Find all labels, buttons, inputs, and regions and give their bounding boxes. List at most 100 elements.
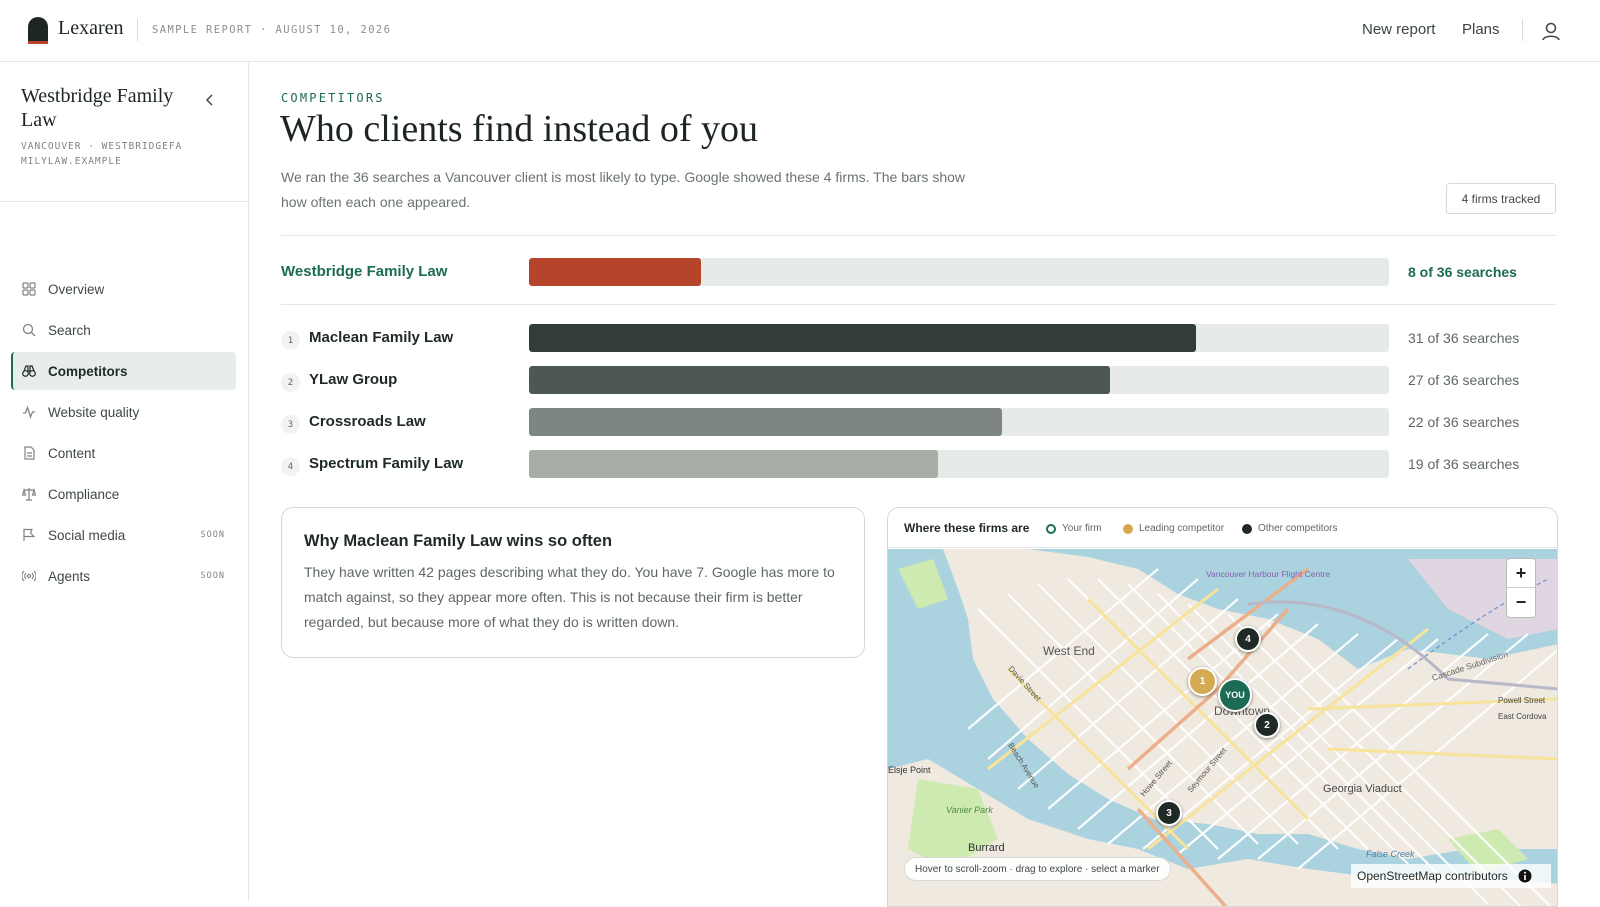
soon-badge: SOON [200, 571, 225, 581]
map-header: Where these firms are Your firm Leading … [888, 508, 1557, 548]
sidebar-item-website-quality[interactable]: Website quality [11, 393, 236, 431]
map-marker-competitor-2[interactable]: 2 [1254, 712, 1280, 738]
rank-badge: 3 [281, 415, 300, 434]
sidebar-item-compliance[interactable]: Compliance [11, 475, 236, 513]
competitor-name: Crossroads Law [309, 413, 426, 430]
sidebar-item-agents[interactable]: Agents SOON [11, 557, 236, 595]
sidebar-divider [0, 201, 248, 202]
rank-badge: 1 [281, 331, 300, 350]
legend-dot [1046, 523, 1056, 534]
bar-track [529, 258, 1389, 286]
header-divider [137, 19, 138, 41]
bar-track [529, 366, 1389, 394]
soon-badge: SOON [200, 530, 225, 540]
map-marker-competitor-3[interactable]: 3 [1156, 800, 1182, 826]
grid-icon [22, 282, 36, 296]
competitor-bar-row[interactable]: 3 Crossroads Law 22 of 36 searches [281, 408, 1556, 436]
rank-badge: 2 [281, 373, 300, 392]
sidebar-item-overview[interactable]: Overview [11, 270, 236, 308]
competitor-count: 31 of 36 searches [1408, 330, 1520, 346]
competitor-bar-row[interactable]: 2 YLaw Group 27 of 36 searches [281, 366, 1556, 394]
map-marker-competitor-4[interactable]: 4 [1235, 626, 1261, 652]
why-card: Why Maclean Family Law wins so often The… [281, 507, 865, 658]
bar-track [529, 324, 1389, 352]
legend-label: Your firm [1062, 523, 1102, 534]
competitor-count: 22 of 36 searches [1408, 414, 1520, 430]
zoom-in-button[interactable]: + [1507, 559, 1535, 588]
section-eyebrow: COMPETITORS [281, 91, 385, 105]
sidebar-item-label: Website quality [48, 404, 140, 420]
competitor-bar [529, 366, 1110, 394]
sidebar-item-label: Search [48, 322, 91, 338]
plans-link[interactable]: Plans [1462, 21, 1500, 38]
map-hint: Hover to scroll-zoom · drag to explore ·… [904, 857, 1171, 881]
flag-icon [23, 528, 36, 541]
legend-your-firm: Your firm [1046, 523, 1102, 534]
map-label-false-creek: False Creek [1366, 849, 1415, 859]
map-label-west-end: West End [1043, 644, 1095, 658]
header-divider [1522, 19, 1523, 41]
zoom-out-button[interactable]: − [1507, 588, 1535, 617]
map-attribution[interactable]: OpenStreetMap contributors [1351, 864, 1551, 888]
bar-track [529, 408, 1389, 436]
legend-leading-competitor: Leading competitor [1123, 523, 1224, 534]
intro-text: We ran the 36 searches a Vancouver clien… [281, 169, 966, 210]
competitor-bar [529, 408, 1002, 436]
pulse-icon [23, 405, 35, 419]
binoculars-icon [22, 365, 36, 377]
brand-name[interactable]: Lexaren [58, 17, 124, 40]
sidebar-firm-name: Westbridge Family Law [21, 85, 174, 131]
sidebar: Westbridge Family Law VANCOUVER · WESTBR… [0, 62, 249, 900]
map-label-elsje: Elsje Point [888, 765, 931, 775]
sidebar-item-content[interactable]: Content [11, 434, 236, 472]
broadcast-icon [22, 570, 36, 582]
legend-label: Leading competitor [1139, 523, 1225, 534]
sidebar-item-search[interactable]: Search [11, 311, 236, 349]
map-label-georgia: Georgia Viaduct [1323, 783, 1402, 795]
sidebar-item-social-media[interactable]: Social media SOON [11, 516, 236, 554]
map-marker-your-firm[interactable]: YOU [1218, 678, 1252, 712]
your-firm-name: Westbridge Family Law [281, 263, 448, 280]
user-icon[interactable] [1540, 20, 1562, 42]
document-icon [24, 446, 35, 460]
sidebar-item-competitors[interactable]: Competitors [11, 352, 236, 390]
page-title: Who clients find instead of you [280, 108, 759, 150]
firms-tracked-badge[interactable]: 4 firms tracked [1446, 183, 1556, 214]
map-card: Where these firms are Your firm Leading … [887, 507, 1558, 907]
section-divider [281, 304, 1556, 305]
scales-icon [22, 487, 36, 501]
new-report-link[interactable]: New report [1362, 21, 1435, 38]
competitor-bar-row[interactable]: 4 Spectrum Family Law 19 of 36 searches [281, 450, 1556, 478]
your-firm-bar [529, 258, 701, 286]
competitor-count: 27 of 36 searches [1408, 372, 1520, 388]
sidebar-item-label: Content [48, 445, 96, 461]
sidebar-item-label: Overview [48, 281, 105, 297]
why-card-body: They have written 42 pages describing wh… [304, 564, 835, 630]
info-icon[interactable] [1518, 869, 1532, 883]
sidebar-item-label: Competitors [48, 363, 128, 379]
zoom-control: + − [1506, 558, 1536, 618]
your-firm-bar-row: Westbridge Family Law 8 of 36 searches [281, 258, 1556, 286]
legend-dot [1242, 523, 1252, 534]
rank-badge: 4 [281, 457, 300, 476]
search-icon [22, 323, 36, 337]
map-label-airport: Vancouver Harbour Flight Centre [1206, 569, 1330, 579]
legend-dot [1123, 523, 1133, 534]
map-marker-competitor-1[interactable]: 1 [1188, 667, 1217, 696]
map-canvas[interactable]: West End Downtown Vancouver Harbour Flig… [888, 549, 1558, 907]
sidebar-item-label: Compliance [48, 486, 120, 502]
sidebar-item-label: Social media [48, 527, 126, 543]
legend-other-competitors: Other competitors [1242, 523, 1337, 534]
competitor-bar-row[interactable]: 1 Maclean Family Law 31 of 36 searches [281, 324, 1556, 352]
your-firm-count: 8 of 36 searches [1408, 264, 1517, 280]
map-title: Where these firms are [904, 521, 1030, 535]
collapse-sidebar-icon[interactable] [202, 90, 218, 110]
top-bar: Lexaren SAMPLE REPORT · AUGUST 10, 2026 … [0, 0, 1600, 62]
competitor-name: Maclean Family Law [309, 329, 454, 346]
section-divider [281, 235, 1556, 236]
attribution-label: OpenStreetMap contributors [1357, 869, 1508, 883]
bar-track [529, 450, 1389, 478]
sidebar-firm-meta: VANCOUVER · WESTBRIDGEFAMILYLAW.EXAMPLE [21, 141, 183, 167]
competitor-bar [529, 450, 938, 478]
lexaren-logo-icon[interactable] [27, 15, 49, 45]
